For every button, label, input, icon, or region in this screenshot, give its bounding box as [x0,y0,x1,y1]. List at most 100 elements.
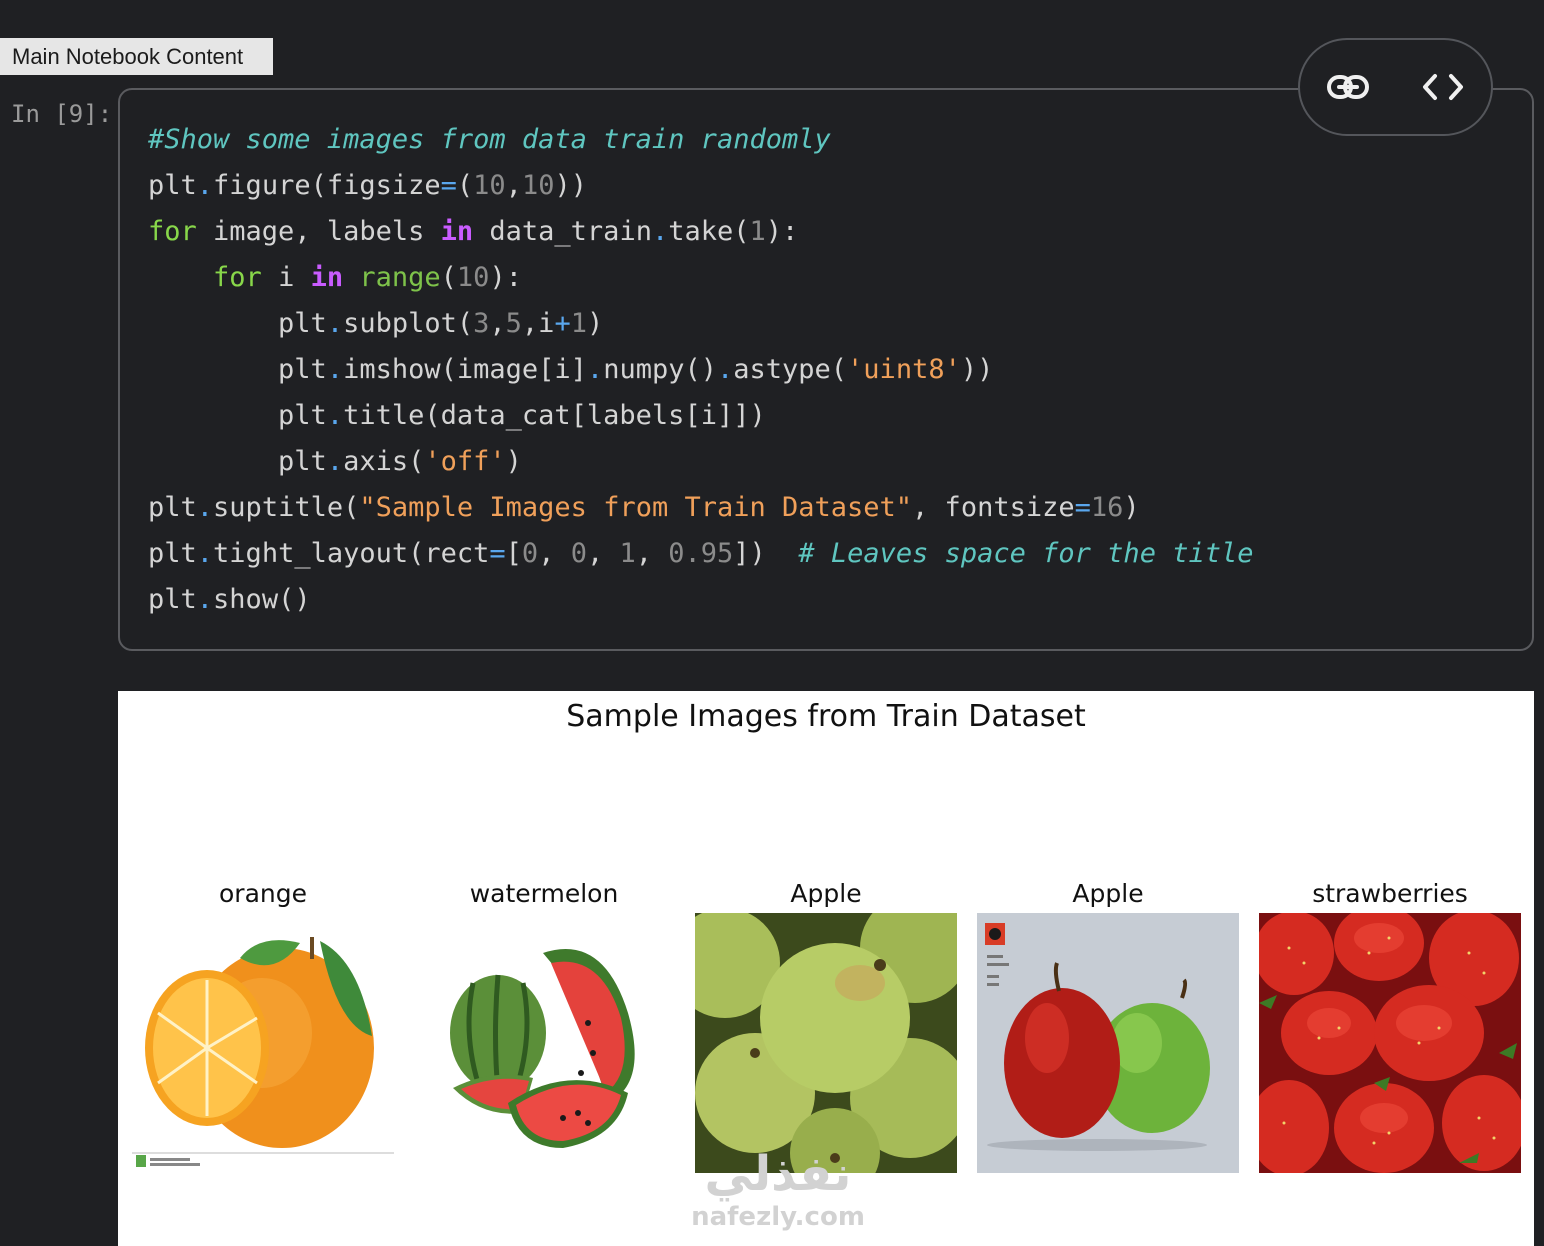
code-token: figure(figsize [213,170,441,201]
code-line-2[interactable]: plt.figure(figsize=(10,10)) [148,163,1253,209]
code-icon [1423,74,1464,100]
code-token: title(data_cat[labels[i]]) [343,400,766,431]
code-token: imshow(image[i] [343,354,587,385]
code-token: in [440,216,474,247]
code-token: # Leaves space for the title [798,538,1254,569]
code-token: 10 [456,262,490,293]
code-token: range [359,262,441,293]
code-token: ,i [521,308,555,339]
code-token: = [1074,492,1091,523]
code-token: 10 [473,170,506,201]
watermark-url: nafezly.com [691,1202,865,1232]
subplot-title-5: strawberries [1312,879,1468,908]
code-token: 10 [521,170,555,201]
code-token: . [326,400,344,431]
cell-output: Sample Images from Train Dataset orange … [118,691,1534,1246]
code-token: take( [668,216,750,247]
code-token: 'uint8' [847,354,961,385]
code-token: [ [505,538,522,569]
code-token: i [261,262,311,293]
code-token: 3 [473,308,490,339]
code-token: #Show some images from data train random… [148,124,831,155]
code-token: 1 [619,538,636,569]
code-line-9[interactable]: plt.suptitle("Sample Images from Train D… [148,485,1253,531]
code-token: ) [1123,492,1140,523]
code-token: plt [148,584,197,615]
code-token: = [489,538,506,569]
code-token: 5 [505,308,522,339]
cell-toolbar [1298,38,1493,136]
code-token: numpy() [603,354,717,385]
code-line-11[interactable]: plt.show() [148,577,1253,623]
code-token: . [196,538,214,569]
code-button[interactable] [1413,57,1473,117]
code-token: 0 [521,538,539,569]
code-line-5[interactable]: plt.subplot(3,5,i+1) [148,301,1253,347]
code-token: , [538,538,571,569]
code-token: )) [554,170,587,201]
subplot-title-3: Apple [790,879,862,908]
code-token: plt [148,308,327,339]
subplot-title-2: watermelon [469,879,619,908]
figure-suptitle: Sample Images from Train Dataset [566,699,1086,734]
code-editor[interactable]: #Show some images from data train random… [148,117,1253,623]
link-icon [1326,75,1369,99]
code-token: show() [213,584,311,615]
code-line-8[interactable]: plt.axis('off') [148,439,1253,485]
code-token: . [196,170,214,201]
subplot-title-4: Apple [1072,879,1144,908]
subplot-title-1: orange [219,879,307,908]
code-token: . [716,354,734,385]
code-line-10[interactable]: plt.tight_layout(rect=[0, 0, 1, 0.95]) #… [148,531,1253,577]
code-token: . [326,446,344,477]
code-token: image, labels [196,216,441,247]
code-line-7[interactable]: plt.title(data_cat[labels[i]]) [148,393,1253,439]
strawberries-image [1259,913,1521,1173]
code-line-4[interactable]: for i in range(10): [148,255,1253,301]
watermark: نفذلي nafezly.com [678,1146,878,1232]
cell-prompt: In [9]: [11,100,113,128]
code-token: 1 [570,308,587,339]
code-token: plt [148,400,327,431]
code-token: 1 [749,216,766,247]
main-notebook-content-label: Main Notebook Content [0,38,273,75]
code-token: for [213,262,262,293]
code-token: axis( [343,446,425,477]
code-token: = [440,170,457,201]
code-token: subplot( [343,308,474,339]
code-token: tight_layout(rect [213,538,490,569]
code-token: for [148,216,197,247]
code-token: , [586,538,620,569]
code-line-3[interactable]: for image, labels in data_train.take(1): [148,209,1253,255]
code-token: ) [505,446,522,477]
code-token: . [326,308,344,339]
code-token: ]) [733,538,799,569]
code-token: 0 [570,538,587,569]
code-token: . [196,584,214,615]
code-line-1[interactable]: #Show some images from data train random… [148,117,1253,163]
code-token: ( [456,170,474,201]
code-token: . [651,216,669,247]
code-token: 16 [1090,492,1124,523]
red-green-apples-image [977,913,1239,1173]
code-token: data_train [473,216,652,247]
code-token: + [554,308,571,339]
code-token: plt [148,170,197,201]
code-token: . [586,354,604,385]
code-token: . [196,492,214,523]
code-token: plt [148,354,327,385]
code-token: 'off' [424,446,506,477]
code-token: suptitle( [213,492,360,523]
code-token: plt [148,538,197,569]
link-button[interactable] [1318,57,1378,117]
code-token: , [505,170,522,201]
orange-image [132,913,394,1173]
code-token: ): [489,262,522,293]
code-token: , [635,538,669,569]
code-token: "Sample Images from Train Dataset" [359,492,913,523]
code-token: plt [148,446,327,477]
code-token: ( [440,262,457,293]
code-line-6[interactable]: plt.imshow(image[i].numpy().astype('uint… [148,347,1253,393]
